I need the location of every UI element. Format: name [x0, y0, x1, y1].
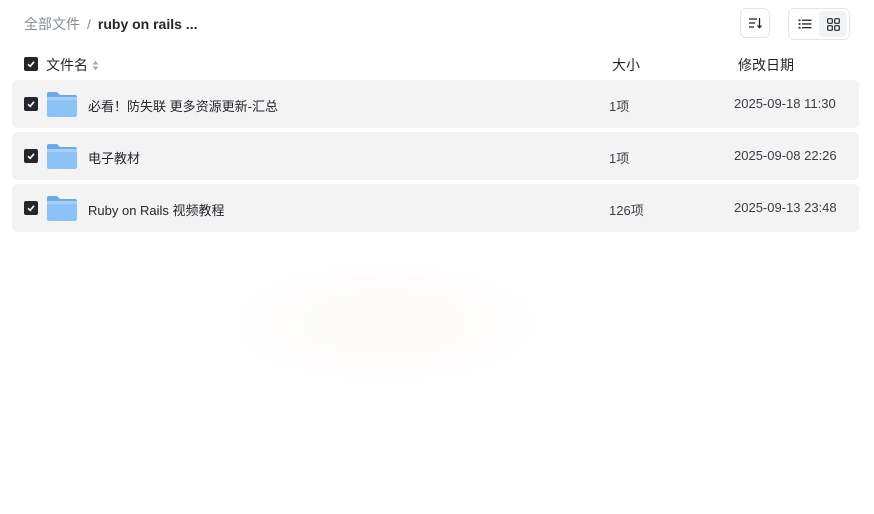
select-all-checkbox[interactable]	[24, 57, 38, 71]
background-decoration	[240, 268, 530, 378]
table-row[interactable]: 电子教材 1项 2025-09-08 22:26	[12, 132, 859, 180]
breadcrumb-separator: /	[87, 16, 91, 32]
list-view-icon	[798, 19, 812, 29]
column-header-name-label: 文件名	[46, 57, 88, 73]
check-icon	[27, 153, 35, 160]
breadcrumb: 全部文件 / ruby on rails ...	[24, 14, 197, 34]
check-icon	[27, 205, 35, 212]
row-checkbox[interactable]	[24, 149, 38, 163]
row-name: Ruby on Rails 视频教程	[88, 203, 225, 218]
breadcrumb-current: ruby on rails ...	[97, 16, 198, 32]
row-name: 电子教材	[88, 151, 141, 166]
row-modified: 2025-09-08 22:26	[734, 148, 837, 163]
row-modified: 2025-09-18 11:30	[734, 96, 836, 111]
table-row[interactable]: Ruby on Rails 视频教程 126项 2025-09-13 23:48	[12, 184, 859, 232]
row-size: 1项	[609, 99, 630, 114]
row-modified: 2025-09-13 23:48	[734, 200, 837, 215]
list-view-button[interactable]	[791, 11, 819, 37]
table-row[interactable]: 必看！防失联 更多资源更新-汇总 1项 2025-09-18 11:30	[12, 80, 859, 128]
column-header-modified: 修改日期	[738, 57, 794, 73]
sort-toggle-icon	[92, 60, 99, 70]
grid-view-button[interactable]	[819, 11, 847, 37]
sort-button[interactable]	[740, 8, 770, 38]
folder-icon	[47, 196, 77, 221]
folder-icon	[47, 144, 77, 169]
file-browser: 全部文件 / ruby on rails ... 文件名 大小 修改日期 必看！…	[0, 0, 874, 514]
folder-icon	[47, 92, 77, 117]
column-header-name[interactable]: 文件名	[46, 55, 99, 75]
check-icon	[27, 101, 35, 108]
breadcrumb-root-link[interactable]: 全部文件	[24, 14, 80, 34]
row-name: 必看！防失联 更多资源更新-汇总	[88, 99, 278, 114]
grid-view-icon	[826, 17, 840, 31]
row-size: 126项	[609, 203, 644, 218]
sort-icon	[749, 18, 762, 29]
view-mode-switch	[788, 8, 850, 40]
row-checkbox[interactable]	[24, 201, 38, 215]
row-size: 1项	[609, 151, 630, 166]
table-header: 文件名 大小 修改日期	[12, 52, 859, 76]
check-icon	[27, 61, 35, 68]
row-checkbox[interactable]	[24, 97, 38, 111]
column-header-size: 大小	[612, 57, 640, 73]
